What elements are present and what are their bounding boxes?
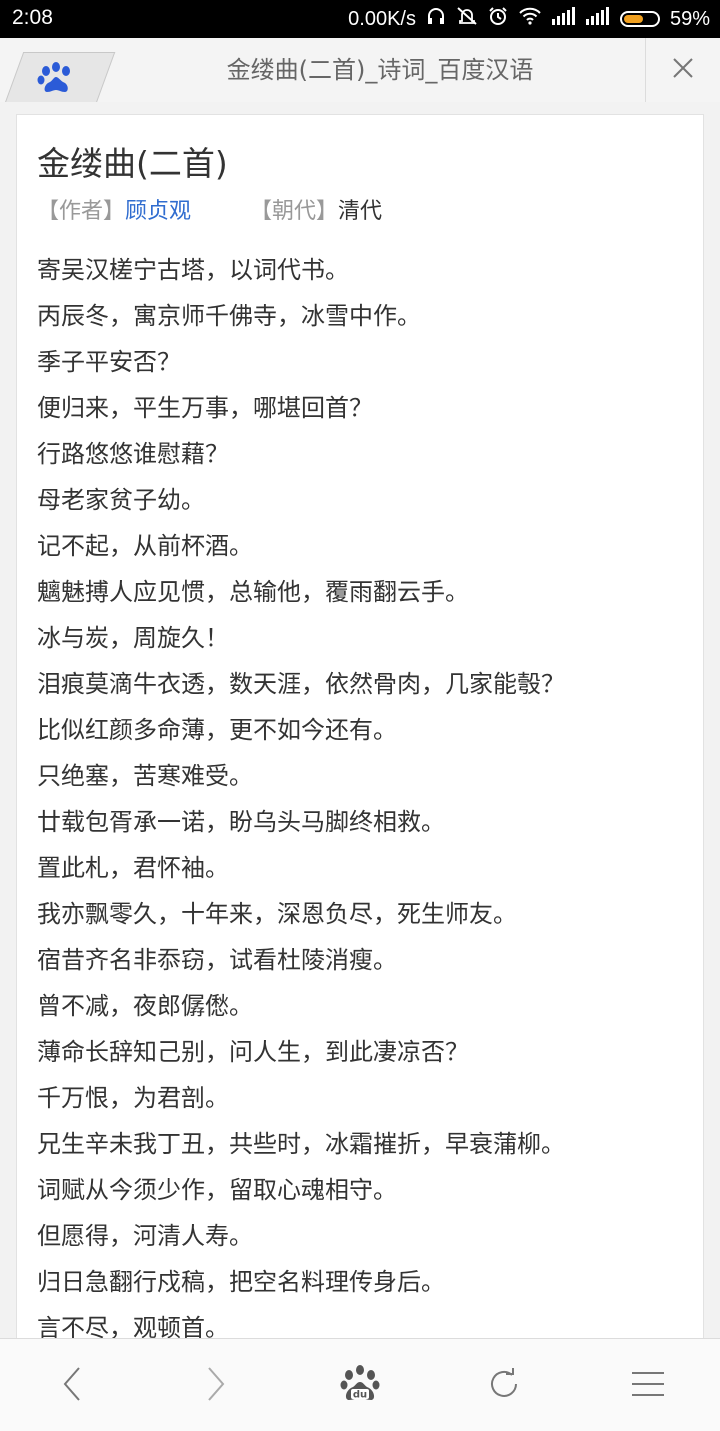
poem-line: 母老家贫子幼。 xyxy=(37,486,205,514)
poem-line: 置此札，君怀袖。 xyxy=(37,854,229,882)
poem-line: 薄命长辞知己别，问人生，到此凄凉否？ xyxy=(37,1038,469,1066)
back-button[interactable] xyxy=(42,1361,102,1411)
signal-icon xyxy=(585,7,610,31)
forward-icon xyxy=(205,1366,227,1406)
battery-percent: 59% xyxy=(669,7,710,30)
poem-line: 但愿得，河清人寿。 xyxy=(37,1222,253,1250)
poem-line: 冰与炭，周旋久！ xyxy=(37,624,229,652)
poem-line: 丙辰冬，寓京师千佛寺，冰雪中作。 xyxy=(37,302,421,330)
close-icon xyxy=(671,56,695,84)
dynasty-value: 清代 xyxy=(338,199,383,224)
battery-icon xyxy=(619,11,660,27)
author-link[interactable]: 顾贞观 xyxy=(125,199,191,224)
back-icon xyxy=(61,1366,83,1406)
refresh-icon xyxy=(486,1366,522,1406)
status-bar: 2:08 0.00K/s 59% xyxy=(0,0,720,38)
status-time: 2:08 xyxy=(12,6,53,29)
bottom-nav-bar: du xyxy=(0,1338,720,1431)
menu-button[interactable] xyxy=(618,1361,678,1411)
poem-line: 曾不减，夜郎僝僽。 xyxy=(37,992,253,1020)
wifi-icon xyxy=(518,6,542,32)
menu-icon xyxy=(631,1370,665,1402)
svg-text:du: du xyxy=(353,1390,367,1401)
poem-line: 词赋从今须少作，留取心魂相守。 xyxy=(37,1176,397,1204)
author-label: 【作者】 xyxy=(37,199,126,224)
tab-switcher[interactable] xyxy=(0,38,120,103)
mute-icon xyxy=(456,6,478,32)
poem-line: 季子平安否？ xyxy=(37,348,181,376)
poem-body: 寄吴汉槎宁古塔，以词代书。丙辰冬，寓京师千佛寺，冰雪中作。 季子平安否？ 便归来，平… xyxy=(37,247,697,1351)
poem-line: 宿昔齐名非忝窃，试看杜陵消瘦。 xyxy=(37,946,397,974)
alarm-icon xyxy=(488,6,508,32)
poem-line: 泪痕莫滴牛衣透，数天涯，依然骨肉，几家能彀？ xyxy=(37,670,565,698)
poem-line: 千万恨，为君剖。 xyxy=(37,1084,229,1112)
headphones-icon xyxy=(426,6,446,32)
poem-meta: 【作者】顾贞观 【朝代】清代 xyxy=(37,193,382,225)
poem-line: 只绝塞，苦寒难受。 xyxy=(37,762,253,790)
poem-line: 记不起，从前杯酒。 xyxy=(37,532,253,560)
signal-icon xyxy=(551,7,576,31)
browser-tab-bar: 金缕曲(二首)_诗词_百度汉语 xyxy=(0,38,720,103)
status-icons: 0.00K/s 59% xyxy=(348,6,710,32)
baidu-home-icon: du xyxy=(340,1365,380,1407)
baidu-paw-icon xyxy=(36,62,76,100)
poem-line: 兄生辛未我丁丑，共些时，冰霜摧折，早衰蒲柳。 xyxy=(37,1130,565,1158)
poem-line: 行路悠悠谁慰藉？ xyxy=(37,440,229,468)
refresh-button[interactable] xyxy=(474,1361,534,1411)
poem-line: 寄吴汉槎宁古塔，以词代书。 xyxy=(37,256,349,284)
home-button[interactable]: du xyxy=(330,1361,390,1411)
poem-title: 金缕曲(二首) xyxy=(37,144,228,183)
network-speed: 0.00K/s xyxy=(348,7,416,30)
battery-level xyxy=(623,15,643,23)
poem-card: 金缕曲(二首) 【作者】顾贞观 【朝代】清代 寄吴汉槎宁古塔，以词代书。丙辰冬，… xyxy=(16,114,704,1354)
forward-button[interactable] xyxy=(186,1361,246,1411)
poem-line: 我亦飘零久，十年来，深恩负尽，死生师友。 xyxy=(37,900,517,928)
poem-line: 便归来，平生万事，哪堪回首？ xyxy=(37,394,373,422)
poem-line: 归日急翻行戍稿，把空名料理传身后。 xyxy=(37,1268,445,1296)
poem-line: 廿载包胥承一诺，盼乌头马脚终相救。 xyxy=(37,808,445,836)
poem-line: 魑魅搏人应见惯，总输他，覆雨翻云手。 xyxy=(37,578,469,606)
poem-line: 比似红颜多命薄，更不如今还有。 xyxy=(37,716,397,744)
page-title: 金缕曲(二首)_诗词_百度汉语 xyxy=(226,56,534,84)
dynasty-label: 【朝代】 xyxy=(250,199,339,224)
close-tab-button[interactable] xyxy=(645,38,720,102)
page-content: 金缕曲(二首) 【作者】顾贞观 【朝代】清代 寄吴汉槎宁古塔，以词代书。丙辰冬，… xyxy=(0,102,720,1354)
